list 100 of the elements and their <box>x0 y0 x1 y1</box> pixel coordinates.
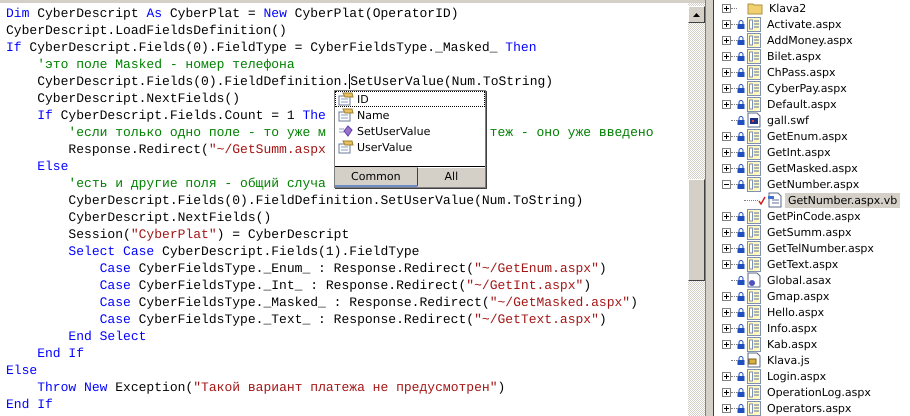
expand-icon[interactable] <box>722 228 731 236</box>
tree-item[interactable]: OperationLog.aspx <box>764 384 874 400</box>
code-text: Response.Redirect( <box>67 142 209 157</box>
property-icon <box>338 108 354 122</box>
form-file-icon <box>747 144 761 160</box>
code-file-icon <box>768 192 782 208</box>
tree-item[interactable]: Klava.js <box>764 352 813 368</box>
code-text: CyberDescript.Fields(0).FieldType = CyberFieldsType._Masked_ <box>28 40 498 55</box>
tree-item[interactable]: GetText.aspx <box>764 256 842 272</box>
expand-icon[interactable] <box>722 132 731 140</box>
lock-icon <box>737 164 745 172</box>
expand-icon[interactable] <box>722 212 731 220</box>
form-file-icon <box>747 224 761 240</box>
lock-icon <box>737 372 745 380</box>
folder-icon <box>747 1 763 15</box>
lock-icon <box>737 116 745 124</box>
keyword: Throw New <box>36 380 108 395</box>
keyword: Case <box>98 278 131 293</box>
tree-item[interactable]: Klava2 <box>766 0 810 16</box>
lock-icon <box>737 356 745 364</box>
tree-item[interactable]: AddMoney.aspx <box>764 32 856 48</box>
gear-file-icon <box>747 272 761 288</box>
script-file-icon <box>747 352 761 368</box>
form-file-icon <box>747 16 761 32</box>
tree-item[interactable]: GetMasked.aspx <box>764 160 861 176</box>
expand-icon[interactable] <box>722 84 731 92</box>
expand-icon[interactable] <box>722 340 731 348</box>
tab[interactable]: All <box>416 167 485 187</box>
form-file-icon <box>747 208 761 224</box>
code-text: ) <box>498 380 506 395</box>
tree-item[interactable]: CyberPay.aspx <box>764 80 850 96</box>
tree-item[interactable]: gall.swf <box>764 112 812 128</box>
tree-item[interactable]: Global.asax <box>764 272 834 288</box>
expand-icon[interactable] <box>722 372 731 380</box>
collapse-icon[interactable] <box>722 180 731 188</box>
lock-icon <box>737 180 745 188</box>
expand-icon[interactable] <box>722 148 731 156</box>
check-icon <box>758 196 766 204</box>
completion-item[interactable]: Name <box>357 108 390 122</box>
tree-item[interactable]: Hello.aspx <box>764 304 828 320</box>
expand-icon[interactable] <box>722 52 731 60</box>
tree-item[interactable]: Login.aspx <box>764 368 830 384</box>
keyword: End If <box>36 346 84 361</box>
expand-icon[interactable] <box>722 404 731 412</box>
tree-item[interactable]: GetNumber.aspx <box>764 176 862 192</box>
tree-item[interactable]: GetTelNumber.aspx <box>764 240 877 256</box>
tree-item[interactable]: GetInt.aspx <box>764 144 834 160</box>
lock-icon <box>737 244 745 252</box>
splitter[interactable] <box>705 0 714 416</box>
expand-icon[interactable] <box>722 324 731 332</box>
code-text: ) = CyberDescript <box>216 227 350 242</box>
code-text: CyberDescript <box>36 6 140 21</box>
expand-icon[interactable] <box>722 4 731 12</box>
completion-item[interactable]: SetUserValue <box>357 124 430 138</box>
completion-item[interactable]: ID <box>357 92 369 106</box>
lock-icon <box>737 84 745 92</box>
tree-item[interactable]: Default.aspx <box>764 96 840 112</box>
form-file-icon <box>747 336 761 352</box>
tree-item[interactable]: Activate.aspx <box>764 16 845 32</box>
tree-item[interactable]: GetSumm.aspx <box>764 224 854 240</box>
keyword: Else <box>6 363 38 378</box>
code-text: CyberFieldsType._Int_ : Response.Redirect( <box>138 278 466 293</box>
form-file-icon <box>747 96 761 112</box>
form-file-icon <box>747 80 761 96</box>
lock-icon <box>737 36 745 44</box>
expand-icon[interactable] <box>722 20 731 28</box>
expand-icon[interactable] <box>722 36 731 44</box>
tree-item[interactable]: Bilet.aspx <box>764 48 824 64</box>
expand-icon[interactable] <box>722 68 731 76</box>
string-literal: "Такой вариант платежа не предусмотрен" <box>193 380 498 395</box>
code-text: SetUserValue(Num.ToString) <box>350 74 554 89</box>
tree-item[interactable]: Info.aspx <box>764 320 820 336</box>
tree-item[interactable]: GetEnum.aspx <box>764 128 851 144</box>
expand-icon[interactable] <box>722 100 731 108</box>
scroll-up-button[interactable] <box>688 6 705 23</box>
tree-item[interactable]: GetNumber.aspx.vb <box>785 192 900 208</box>
expand-icon[interactable] <box>722 260 731 268</box>
form-file-icon <box>747 256 761 272</box>
tree-item[interactable]: Gmap.aspx <box>764 288 832 304</box>
tree-item[interactable]: ChPass.aspx <box>764 64 838 80</box>
expand-icon[interactable] <box>722 244 731 252</box>
expand-icon[interactable] <box>722 388 731 396</box>
code-text: CyberPlat = <box>168 6 257 21</box>
flash-file-icon <box>747 112 761 128</box>
completion-item[interactable]: UserValue <box>357 140 412 154</box>
lock-icon <box>737 148 745 156</box>
tree-item[interactable]: Operators.aspx <box>764 400 854 416</box>
lock-icon <box>737 324 745 332</box>
keyword: End If <box>6 397 53 412</box>
code-text: Exception( <box>114 380 194 395</box>
keyword: Then <box>505 40 537 55</box>
expand-icon[interactable] <box>722 164 731 172</box>
tree-item[interactable]: Kab.aspx <box>764 336 820 352</box>
expand-icon[interactable] <box>722 308 731 316</box>
keyword: If <box>36 108 53 123</box>
scrollbar[interactable] <box>688 0 705 416</box>
scroll-thumb[interactable] <box>688 178 705 281</box>
tree-item[interactable]: GetPinCode.aspx <box>764 208 864 224</box>
code-text: CyberDescript.Fields.Count = 1 <box>60 108 296 123</box>
expand-icon[interactable] <box>722 292 731 300</box>
